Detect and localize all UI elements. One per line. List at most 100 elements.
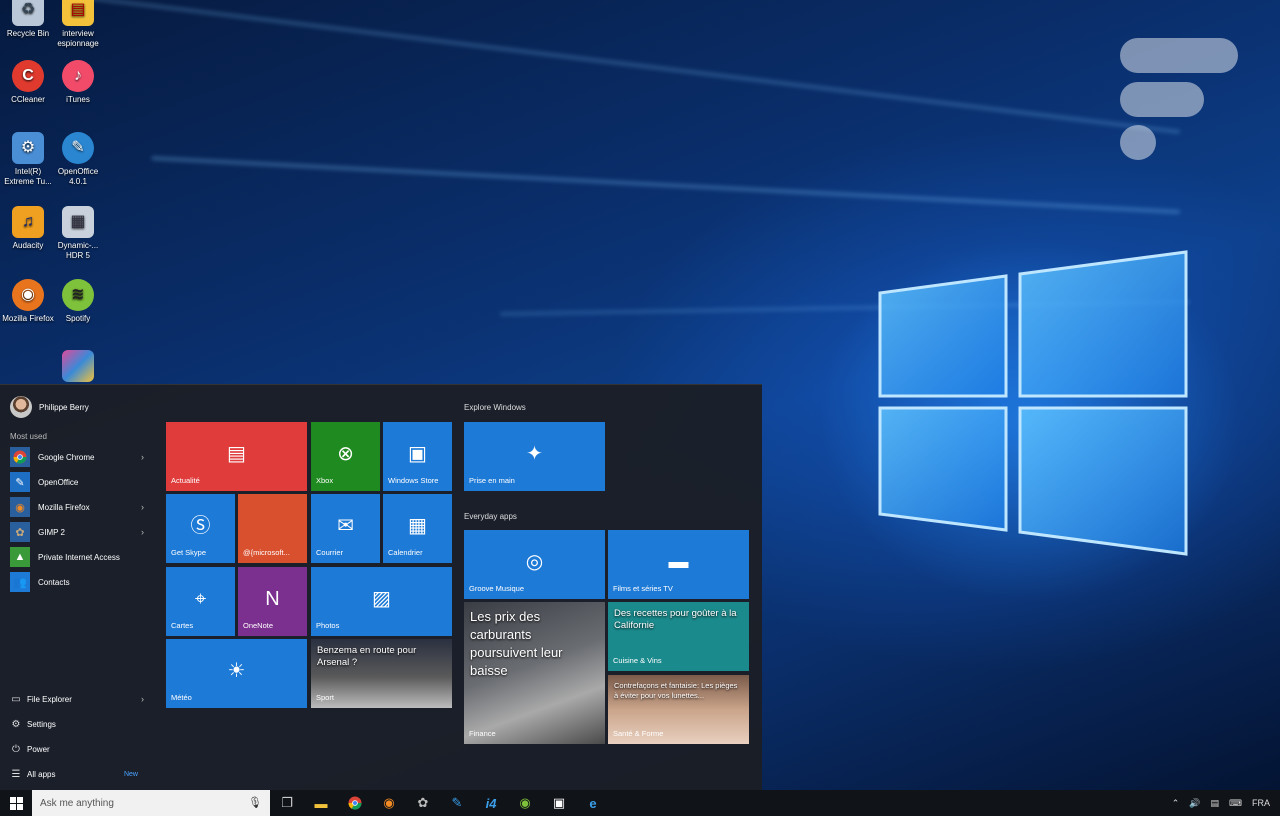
tile-actualite[interactable]: ▤ Actualité bbox=[166, 422, 307, 491]
most-used-item-openoffice[interactable]: ✎ OpenOffice bbox=[10, 471, 150, 493]
desktop-icon-label: OpenOffice 4.0.1 bbox=[57, 167, 99, 186]
desktop-icon-intel[interactable]: ⚙ Intel(R) Extreme Tu... bbox=[0, 132, 56, 187]
hdr-icon: ▦ bbox=[62, 206, 94, 238]
keyboard-icon[interactable]: ⌨ bbox=[1229, 798, 1242, 809]
power-label: Power bbox=[27, 744, 50, 754]
taskbar-file-explorer[interactable]: ▬ bbox=[304, 790, 338, 816]
taskbar-app-green[interactable]: ◉ bbox=[508, 790, 542, 816]
tile-xbox[interactable]: ⊗ Xbox bbox=[311, 422, 380, 491]
tile-windows-store[interactable]: ▣ Windows Store bbox=[383, 422, 452, 491]
desktop-icon-firefox[interactable]: ◉ Mozilla Firefox bbox=[0, 279, 56, 324]
language-indicator[interactable]: FRA bbox=[1252, 798, 1270, 808]
taskbar-firefox[interactable]: ◉ bbox=[372, 790, 406, 816]
notification-icon[interactable]: ▤ bbox=[1210, 798, 1219, 809]
tile-label: Santé & Forme bbox=[613, 729, 664, 738]
tile-label: Courrier bbox=[316, 548, 344, 557]
tile-groove-musique[interactable]: ◎ Groove Musique bbox=[464, 530, 605, 599]
utorrent-icon: ◉ bbox=[519, 795, 531, 810]
tile-sante-forme[interactable]: Contrefaçons et fantaisie: Les pièges à … bbox=[608, 675, 749, 744]
desktop-icon-recycle-bin[interactable]: ♻ Recycle Bin bbox=[0, 0, 56, 39]
tile-cuisine-vins[interactable]: Des recettes pour goûter à la Californie… bbox=[608, 602, 749, 671]
all-apps-label: All apps bbox=[27, 769, 56, 779]
tile-label: Groove Musique bbox=[469, 584, 525, 593]
list-icon: ☰ bbox=[11, 768, 21, 780]
taskbar: Ask me anything 🎙 ❐ ▬ ◉ ✿ ✎ i4 ◉ ▣ e ⌃ 🔊… bbox=[0, 790, 1280, 816]
lightbulb-icon: ✦ bbox=[526, 442, 543, 465]
search-placeholder: Ask me anything bbox=[40, 797, 114, 809]
microphone-icon[interactable]: 🎙 bbox=[248, 796, 262, 809]
tile-headline: Des recettes pour goûter à la Californie bbox=[614, 608, 737, 631]
most-used-item-google-chrome[interactable]: Google Chrome › bbox=[10, 446, 150, 468]
gear-icon: ⚙ bbox=[11, 718, 21, 730]
tile-label: Cuisine & Vins bbox=[613, 656, 662, 665]
taskbar-edge[interactable]: e bbox=[576, 790, 610, 816]
tile-label: Films et séries TV bbox=[613, 584, 673, 593]
user-account-button[interactable]: Philippe Berry bbox=[10, 396, 89, 418]
desktop-icon-spotify[interactable]: ≋ Spotify bbox=[50, 279, 106, 324]
archive-icon: ▤ bbox=[62, 0, 94, 26]
tile-label: Windows Store bbox=[388, 476, 439, 485]
mail-icon: ✉ bbox=[337, 514, 354, 537]
firefox-icon: ◉ bbox=[383, 795, 395, 810]
desktop-icon-audacity[interactable]: ♫ Audacity bbox=[0, 206, 56, 251]
desktop-icon-itunes[interactable]: ♪ iTunes bbox=[50, 60, 106, 105]
taskbar-chrome[interactable] bbox=[338, 790, 372, 816]
power-button[interactable]: ⏻ Power bbox=[10, 739, 150, 759]
tile-label: Finance bbox=[469, 729, 496, 738]
tile-microsoft[interactable]: @{microsoft... bbox=[238, 494, 307, 563]
desktop-icon-openoffice[interactable]: ✎ OpenOffice 4.0.1 bbox=[50, 132, 106, 187]
chevron-right-icon[interactable]: › bbox=[141, 694, 144, 704]
chevron-right-icon[interactable]: › bbox=[141, 527, 144, 537]
chrome-icon bbox=[10, 447, 30, 467]
folder-icon: ▬ bbox=[314, 795, 328, 811]
tile-label: Xbox bbox=[316, 476, 334, 485]
chevron-right-icon[interactable]: › bbox=[141, 502, 144, 512]
desktop-icon-dynamic-hdr[interactable]: ▦ Dynamic-... HDR 5 bbox=[50, 206, 106, 261]
task-view-button[interactable]: ❐ bbox=[270, 790, 304, 816]
tile-films-series[interactable]: ▬ Films et séries TV bbox=[608, 530, 749, 599]
new-badge: New bbox=[123, 770, 138, 778]
music-disc-icon: ◎ bbox=[525, 550, 544, 573]
tile-label: Actualité bbox=[171, 476, 200, 485]
tile-label: Photos bbox=[316, 621, 340, 630]
tile-calendrier[interactable]: ▦ Calendrier bbox=[383, 494, 452, 563]
desktop-icon-ccleaner[interactable]: C CCleaner bbox=[0, 60, 56, 105]
taskbar-openoffice[interactable]: ✎ bbox=[440, 790, 474, 816]
desktop-icon-partial[interactable] bbox=[50, 350, 106, 385]
taskbar-gimp[interactable]: ✿ bbox=[406, 790, 440, 816]
most-used-item-mozilla-firefox[interactable]: ◉ Mozilla Firefox › bbox=[10, 496, 150, 518]
news-icon: ▤ bbox=[227, 442, 246, 465]
tile-onenote[interactable]: N OneNote bbox=[238, 567, 307, 636]
openoffice-icon: ✎ bbox=[451, 795, 463, 810]
tile-meteo[interactable]: ☀ Météo bbox=[166, 639, 307, 708]
volume-icon[interactable]: 🔊 bbox=[1189, 798, 1200, 809]
taskbar-store[interactable]: ▣ bbox=[542, 790, 576, 816]
shopping-bag-icon: ▣ bbox=[408, 442, 427, 465]
menu-item-label: Mozilla Firefox bbox=[38, 502, 90, 512]
taskbar-app-i4[interactable]: i4 bbox=[474, 790, 508, 816]
chevron-right-icon[interactable]: › bbox=[141, 452, 144, 462]
tile-prise-en-main[interactable]: ✦ Prise en main bbox=[464, 422, 605, 491]
settings-button[interactable]: ⚙ Settings bbox=[10, 714, 150, 734]
start-button[interactable] bbox=[0, 790, 32, 816]
tile-cartes[interactable]: ⌖ Cartes bbox=[166, 567, 235, 636]
tile-courrier[interactable]: ✉ Courrier bbox=[311, 494, 380, 563]
most-used-item-contacts[interactable]: 👥 Contacts bbox=[10, 571, 150, 593]
menu-item-label: Google Chrome bbox=[38, 452, 95, 462]
file-explorer-button[interactable]: ▭ File Explorer › bbox=[10, 689, 150, 709]
most-used-item-private-internet-access[interactable]: ▲ Private Internet Access bbox=[10, 546, 150, 568]
tile-sport[interactable]: Benzema en route pour Arsenal ? Sport bbox=[311, 639, 452, 708]
cortana-search-box[interactable]: Ask me anything 🎙 bbox=[32, 790, 270, 816]
desktop-icon-interview-espionnage[interactable]: ▤ interview espionnage bbox=[50, 0, 106, 49]
all-apps-button[interactable]: ☰ All apps New bbox=[10, 764, 150, 784]
tile-photos[interactable]: ▨ Photos bbox=[311, 567, 452, 636]
contacts-icon: 👥 bbox=[10, 572, 30, 592]
tile-label: Météo bbox=[171, 693, 192, 702]
most-used-item-gimp[interactable]: ✿ GIMP 2 › bbox=[10, 521, 150, 543]
tile-get-skype[interactable]: Ⓢ Get Skype bbox=[166, 494, 235, 563]
tile-label: Calendrier bbox=[388, 548, 423, 557]
clapperboard-icon: ▬ bbox=[668, 550, 689, 573]
chevron-up-icon[interactable]: ⌃ bbox=[1172, 798, 1180, 809]
tile-finance[interactable]: Les prix des carburants poursuivent leur… bbox=[464, 602, 605, 744]
start-menu-left-column: Philippe Berry Most used Google Chrome ›… bbox=[0, 385, 158, 791]
